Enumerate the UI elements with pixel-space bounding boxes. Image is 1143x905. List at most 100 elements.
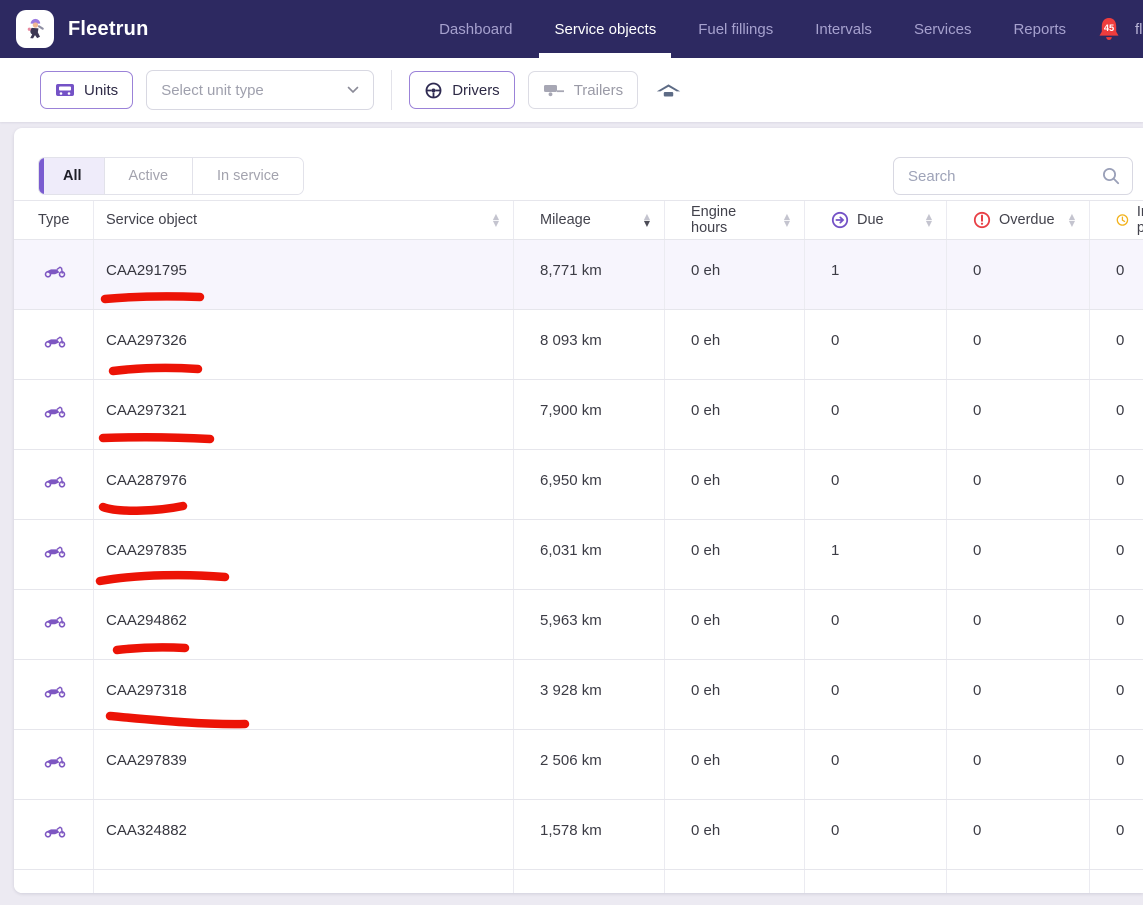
in-progress-cell: 0	[1090, 450, 1143, 519]
col-overdue[interactable]: Overdue ▲▼	[947, 201, 1090, 239]
top-navbar: Fleetrun Dashboard Service objects Fuel …	[0, 0, 1143, 58]
search-icon[interactable]	[1101, 166, 1121, 186]
service-object-cell[interactable]: CAA294862	[94, 590, 514, 659]
col-in-progress[interactable]: In p	[1090, 201, 1143, 239]
engine-hours-cell: 0 eh	[665, 590, 805, 659]
table-row-partial	[14, 870, 1143, 893]
overdue-cell: 0	[947, 380, 1090, 449]
status-tab-group: All Active In service	[38, 157, 304, 195]
due-cell: 1	[805, 520, 947, 589]
card-header: All Active In service	[14, 128, 1143, 200]
unit-type-select[interactable]: Select unit type	[146, 70, 374, 110]
sort-icon-desc[interactable]: ▲▼	[644, 213, 650, 227]
garage-icon[interactable]	[655, 81, 682, 99]
nav-service-objects[interactable]: Service objects	[533, 0, 677, 58]
overdue-cell: 0	[947, 800, 1090, 869]
engine-hours-cell: 0 eh	[665, 660, 805, 729]
mileage-cell: 2 506 km	[514, 730, 665, 799]
table-row[interactable]: CAA291795 8,771 km 0 eh 1 0 0	[14, 240, 1143, 310]
mileage-cell: 6,031 km	[514, 520, 665, 589]
red-marker-stroke	[94, 424, 264, 450]
search-input[interactable]	[893, 157, 1133, 195]
sort-icon[interactable]: ▲▼	[1069, 213, 1075, 227]
service-object-cell[interactable]: CAA297321	[94, 380, 514, 449]
tab-active[interactable]: Active	[105, 158, 194, 194]
trailers-button[interactable]: Trailers	[528, 71, 638, 109]
tab-in-service[interactable]: In service	[193, 158, 303, 194]
motorcycle-icon	[44, 404, 66, 418]
table-row[interactable]: CAA297318 3 928 km 0 eh 0 0 0	[14, 660, 1143, 730]
engine-hours-cell: 0 eh	[665, 310, 805, 379]
table-row[interactable]: CAA297835 6,031 km 0 eh 1 0 0	[14, 520, 1143, 590]
fleetrun-logo[interactable]	[16, 10, 54, 48]
in-progress-cell: 0	[1090, 240, 1143, 309]
due-cell: 0	[805, 730, 947, 799]
table-row[interactable]: CAA297326 8 093 km 0 eh 0 0 0	[14, 310, 1143, 380]
col-due[interactable]: Due ▲▼	[805, 201, 947, 239]
engine-hours-cell: 0 eh	[665, 240, 805, 309]
mileage-cell: 8,771 km	[514, 240, 665, 309]
account-name-partial[interactable]: fl	[1135, 21, 1143, 38]
table-row[interactable]: CAA297839 2 506 km 0 eh 0 0 0	[14, 730, 1143, 800]
in-progress-cell: 0	[1090, 380, 1143, 449]
overdue-cell: 0	[947, 660, 1090, 729]
overdue-icon	[973, 211, 991, 229]
table-row[interactable]: CAA294862 5,963 km 0 eh 0 0 0	[14, 590, 1143, 660]
vehicle-type-cell	[14, 660, 94, 729]
table-row[interactable]: CAA297321 7,900 km 0 eh 0 0 0	[14, 380, 1143, 450]
service-object-cell[interactable]: CAA297318	[94, 660, 514, 729]
nav-reports[interactable]: Reports	[992, 0, 1087, 58]
vehicle-type-cell	[14, 310, 94, 379]
sort-icon[interactable]: ▲▼	[493, 213, 499, 227]
units-button[interactable]: Units	[40, 71, 133, 109]
search-box	[893, 157, 1133, 195]
steering-wheel-icon	[424, 81, 443, 100]
service-object-cell[interactable]: CAA297326	[94, 310, 514, 379]
sort-icon[interactable]: ▲▼	[926, 213, 932, 227]
bell-icon: 45	[1097, 16, 1121, 43]
motorcycle-icon	[44, 264, 66, 278]
table-header-row: Type Service object ▲▼ Mileage ▲▼ Engine…	[14, 200, 1143, 240]
table-row[interactable]: CAA324882 1,578 km 0 eh 0 0 0	[14, 800, 1143, 870]
mileage-cell: 3 928 km	[514, 660, 665, 729]
red-marker-stroke	[94, 354, 264, 380]
vehicle-type-cell	[14, 450, 94, 519]
engine-hours-cell: 0 eh	[665, 380, 805, 449]
due-cell: 0	[805, 450, 947, 519]
service-object-cell[interactable]: CAA324882	[94, 800, 514, 869]
col-service-object[interactable]: Service object ▲▼	[94, 201, 514, 239]
motorcycle-icon	[44, 684, 66, 698]
unit-car-icon	[55, 82, 75, 98]
service-object-cell[interactable]: CAA297839	[94, 730, 514, 799]
motorcycle-icon	[44, 614, 66, 628]
due-cell: 0	[805, 800, 947, 869]
mileage-cell: 5,963 km	[514, 590, 665, 659]
notifications-bell[interactable]: 45	[1097, 16, 1121, 43]
nav-dashboard[interactable]: Dashboard	[418, 0, 533, 58]
nav-intervals[interactable]: Intervals	[794, 0, 893, 58]
trailer-icon	[543, 83, 565, 97]
drivers-button[interactable]: Drivers	[409, 71, 515, 109]
chevron-down-icon	[347, 86, 359, 94]
notification-count-badge: 45	[1104, 22, 1114, 32]
col-type: Type	[14, 201, 94, 239]
table-row[interactable]: CAA287976 6,950 km 0 eh 0 0 0	[14, 450, 1143, 520]
nav-fuel-fillings[interactable]: Fuel fillings	[677, 0, 794, 58]
nav-services[interactable]: Services	[893, 0, 993, 58]
sort-icon[interactable]: ▲▼	[784, 213, 790, 227]
filter-toolbar: Units Select unit type Drivers Trailers	[0, 58, 1143, 122]
overdue-cell: 0	[947, 310, 1090, 379]
trailers-button-label: Trailers	[574, 82, 623, 99]
service-object-cell[interactable]: CAA287976	[94, 450, 514, 519]
engine-hours-cell: 0 eh	[665, 520, 805, 589]
col-mileage[interactable]: Mileage ▲▼	[514, 201, 665, 239]
due-cell: 0	[805, 310, 947, 379]
service-object-cell[interactable]: CAA297835	[94, 520, 514, 589]
motorcycle-icon	[44, 334, 66, 348]
mileage-cell: 6,950 km	[514, 450, 665, 519]
engine-hours-cell: 0 eh	[665, 730, 805, 799]
drivers-button-label: Drivers	[452, 82, 500, 99]
service-object-cell[interactable]: CAA291795	[94, 240, 514, 309]
col-engine-hours[interactable]: Engine hours ▲▼	[665, 201, 805, 239]
tab-all[interactable]: All	[39, 158, 105, 194]
